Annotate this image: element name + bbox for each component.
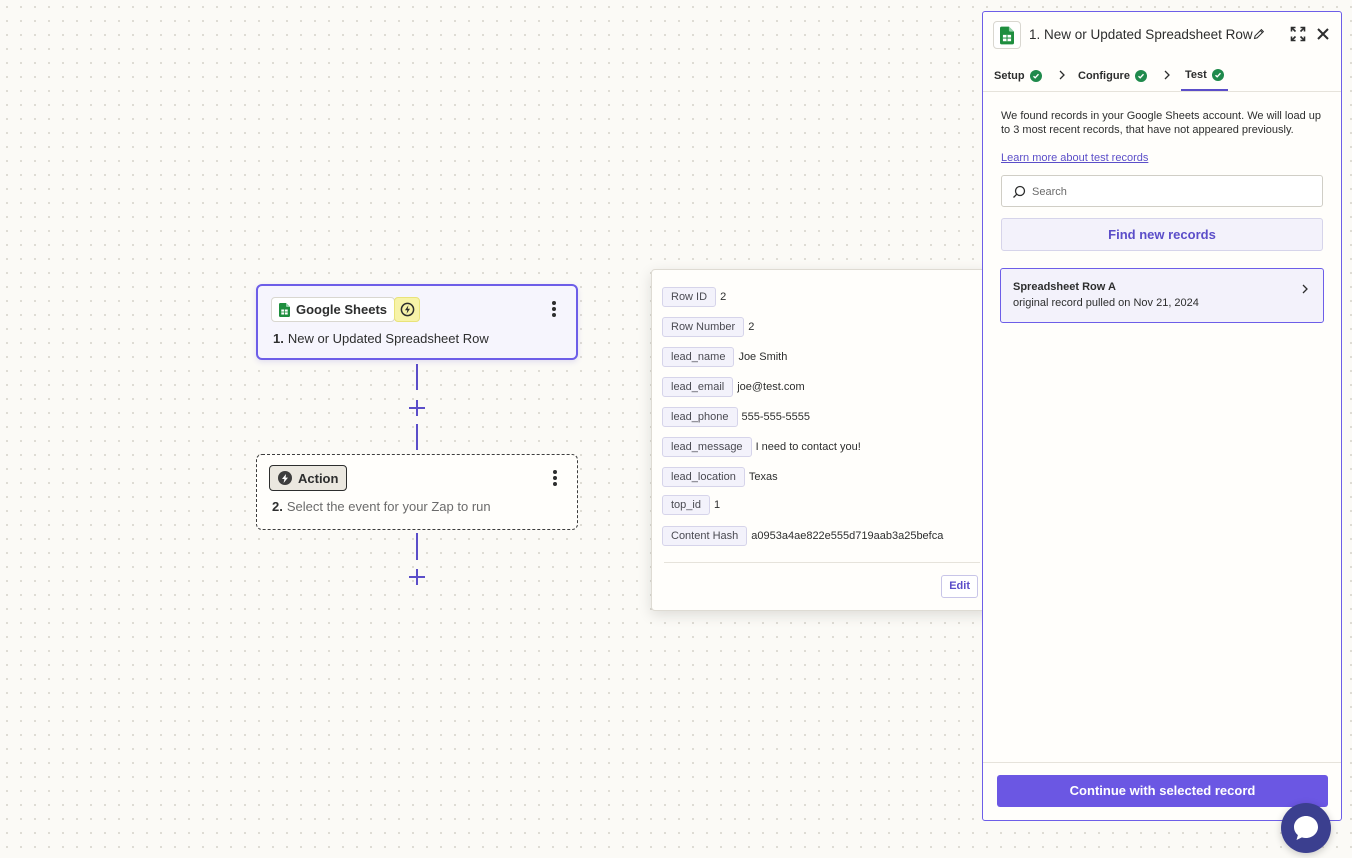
field-key[interactable]: Row Number [662, 317, 745, 337]
chat-button[interactable] [1281, 803, 1331, 853]
search-icon [1013, 185, 1026, 198]
step-title: 1. New or Updated Spreadsheet Row [273, 331, 489, 346]
field-value: Texas [748, 471, 778, 483]
more-vertical-icon[interactable] [547, 468, 563, 488]
learn-more-link[interactable]: Learn more about test records [1001, 152, 1148, 164]
app-chip: Google Sheets [271, 297, 396, 322]
field-key[interactable]: lead_location [662, 467, 745, 487]
field-value: joe@test.com [737, 381, 805, 393]
field-value: 1 [713, 499, 721, 511]
app-icon-box [993, 21, 1021, 49]
search-input[interactable] [1032, 182, 1312, 202]
close-icon[interactable] [1316, 27, 1330, 41]
instant-bolt-icon [400, 302, 414, 317]
field-key[interactable]: lead_email [662, 377, 734, 397]
pencil-icon[interactable] [1253, 28, 1265, 40]
record-field-row: lead_phone 555-555-5555 [662, 407, 810, 427]
step-connector [416, 533, 418, 560]
record-subtitle: original record pulled on Nov 21, 2024 [1013, 297, 1199, 309]
action-step-card[interactable]: Action 2. Select the event for your Zap t… [256, 454, 578, 530]
field-value: Joe Smith [738, 351, 788, 363]
panel-title: 1. New or Updated Spreadsheet Row [1029, 27, 1253, 42]
record-details-popover: Row ID 2 Row Number 2 lead_name Joe Smith lead… [651, 269, 993, 611]
record-field-row: lead_name Joe Smith [662, 347, 787, 367]
field-key[interactable]: top_id [662, 495, 710, 515]
record-field-row: Row Number 2 [662, 317, 754, 337]
action-chip-label: Action [298, 470, 339, 486]
record-field-row: lead_location Texas [662, 467, 778, 487]
divider [664, 562, 980, 563]
tab-configure[interactable]: Configure [1078, 60, 1147, 91]
check-circle-icon [1029, 69, 1042, 82]
check-circle-icon [1134, 69, 1147, 82]
step-editor-panel: 1. New or Updated Spreadsheet Row Setup … [982, 11, 1342, 821]
add-step-button[interactable] [409, 569, 425, 585]
step-number: 2. [272, 499, 283, 514]
field-key[interactable]: Content Hash [662, 526, 748, 546]
record-field-row: Row ID 2 [662, 287, 726, 307]
field-key[interactable]: lead_phone [662, 407, 738, 427]
step-number: 1. [273, 331, 284, 346]
record-field-row: Content Hash a0953a4ae822e555d719aab3a25b… [662, 526, 943, 546]
record-field-row: lead_message I need to contact you! [662, 437, 861, 457]
instant-trigger-badge [394, 297, 420, 322]
chevron-right-icon [1302, 284, 1308, 294]
trigger-step-card[interactable]: Google Sheets 1. New or Updated Spreadshe… [256, 284, 578, 360]
field-key[interactable]: Row ID [662, 287, 717, 307]
tab-label: Test [1185, 68, 1207, 81]
continue-button[interactable]: Continue with selected record [997, 775, 1328, 807]
step-connector [416, 424, 418, 450]
record-field-row: lead_email joe@test.com [662, 377, 805, 397]
add-step-button[interactable] [409, 400, 425, 416]
edit-button[interactable]: Edit [941, 575, 978, 598]
google-sheets-icon [1000, 26, 1014, 44]
tab-label: Configure [1078, 69, 1130, 82]
field-key[interactable]: lead_message [662, 437, 752, 457]
field-value: 555-555-5555 [741, 411, 811, 423]
more-vertical-icon[interactable] [546, 299, 562, 319]
tab-label: Setup [994, 69, 1025, 82]
record-item[interactable]: Spreadsheet Row A original record pulled… [1000, 268, 1324, 323]
expand-icon[interactable] [1290, 26, 1306, 42]
chevron-right-icon [1164, 70, 1170, 80]
tab-test[interactable]: Test [1181, 60, 1228, 91]
action-chip: Action [269, 465, 348, 491]
chevron-right-icon [1059, 70, 1065, 80]
step-title: 2. Select the event for your Zap to run [272, 499, 491, 514]
field-value: 2 [720, 291, 727, 303]
bolt-icon [278, 471, 292, 485]
field-value: I need to contact you! [755, 441, 861, 453]
record-title: Spreadsheet Row A [1013, 281, 1116, 293]
search-field[interactable] [1001, 175, 1323, 207]
step-title-text: Select the event for your Zap to run [286, 499, 491, 514]
check-circle-icon [1211, 68, 1224, 81]
chat-icon [1294, 816, 1318, 840]
tab-setup[interactable]: Setup [994, 60, 1042, 91]
intro-text: We found records in your Google Sheets a… [1001, 110, 1321, 136]
panel-header: 1. New or Updated Spreadsheet Row [983, 12, 1341, 58]
record-field-row: top_id 1 [662, 495, 720, 515]
find-new-records-button[interactable]: Find new records [1001, 218, 1323, 251]
divider [983, 762, 1341, 763]
panel-tabs: Setup Configure Test [983, 60, 1341, 92]
field-value: 2 [748, 321, 755, 333]
app-name: Google Sheets [296, 302, 388, 317]
step-title-text: New or Updated Spreadsheet Row [287, 331, 489, 346]
step-connector [416, 364, 418, 390]
field-value: a0953a4ae822e555d719aab3a25befca [751, 530, 944, 542]
field-key[interactable]: lead_name [662, 347, 735, 367]
google-sheets-icon [279, 302, 290, 317]
